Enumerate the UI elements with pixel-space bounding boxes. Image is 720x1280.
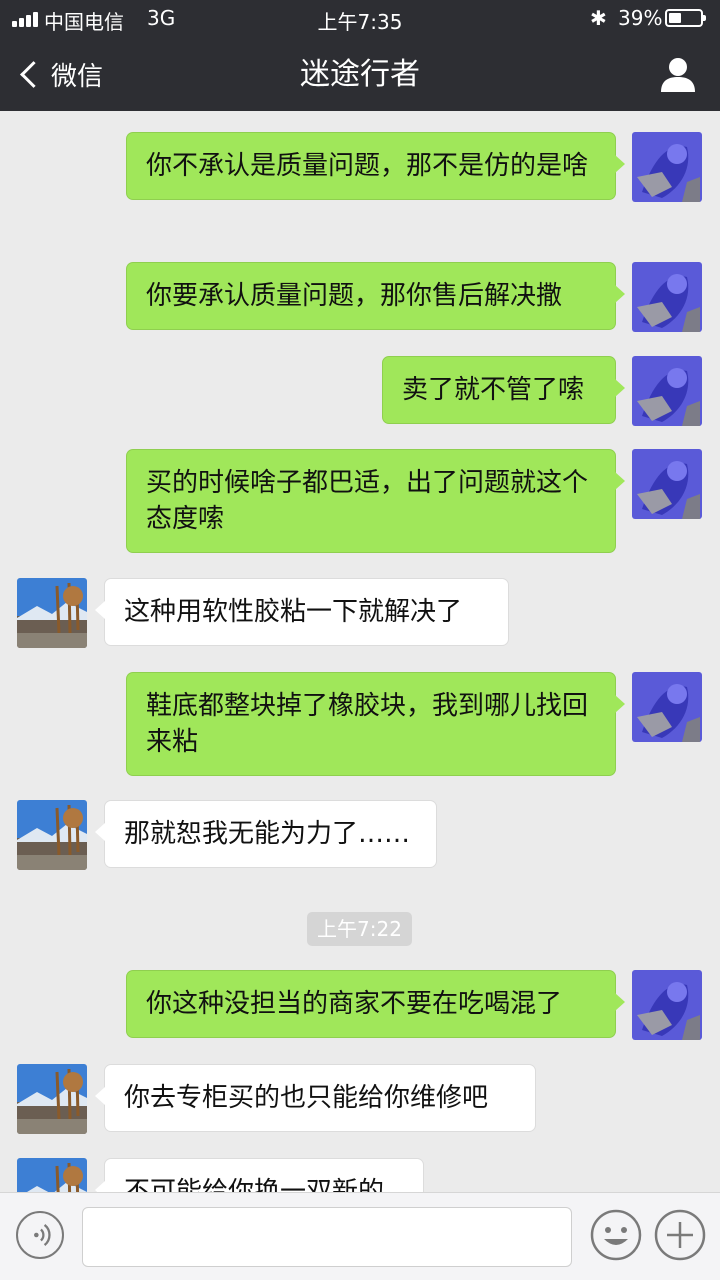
back-button[interactable]: 微信 <box>14 38 103 111</box>
my-avatar[interactable] <box>632 356 702 426</box>
chat-title: 迷途行者 <box>300 57 420 92</box>
back-label: 微信 <box>51 62 104 92</box>
chevron-left-icon <box>20 61 47 88</box>
my-avatar[interactable] <box>632 449 702 519</box>
battery-icon <box>665 9 706 27</box>
contact-avatar[interactable] <box>17 800 87 870</box>
my-avatar[interactable] <box>632 672 702 742</box>
contact-avatar[interactable] <box>17 578 87 648</box>
message-bubble-sent[interactable]: 你要承认质量问题，那你售后解决撒 <box>126 262 625 330</box>
bluetooth-icon: ✱ <box>590 6 607 30</box>
message-bubble-sent[interactable]: 卖了就不管了嗦 <box>382 356 625 424</box>
message-bubble-sent[interactable]: 鞋底都整块掉了橡胶块，我到哪儿找回来粘 <box>126 672 625 776</box>
message-input[interactable] <box>82 1207 572 1267</box>
my-avatar[interactable] <box>632 132 702 202</box>
message-bubble-sent[interactable]: 买的时候啥子都巴适，出了问题就这个态度嗦 <box>126 449 625 553</box>
message-list[interactable]: 你不承认是质量问题，那不是仿的是啥 你要承认质量问题，那你售后解决撒 卖了就不管… <box>0 111 720 1192</box>
voice-icon[interactable] <box>16 1211 64 1259</box>
contact-avatar[interactable] <box>17 1158 87 1192</box>
message-bubble-sent[interactable]: 你这种没担当的商家不要在吃喝混了 <box>126 970 625 1038</box>
person-icon[interactable] <box>658 54 698 94</box>
message-bubble-received[interactable]: 不可能给你换一双新的 <box>95 1158 424 1192</box>
status-time: 上午7:35 <box>317 10 403 34</box>
input-bar <box>0 1192 720 1280</box>
message-bubble-received[interactable]: 你去专柜买的也只能给你维修吧 <box>95 1064 536 1132</box>
message-bubble-received[interactable]: 这种用软性胶粘一下就解决了 <box>95 578 509 646</box>
my-avatar[interactable] <box>632 262 702 332</box>
contact-avatar[interactable] <box>17 1064 87 1134</box>
my-avatar[interactable] <box>632 970 702 1040</box>
message-bubble-sent[interactable]: 你不承认是质量问题，那不是仿的是啥 <box>126 132 625 200</box>
battery-percent: 39% <box>618 6 663 30</box>
message-bubble-received[interactable]: 那就恕我无能为力了…… <box>95 800 437 868</box>
top-bar: 中国电信 3G 上午7:35 ✱ 39% 迷途行者 微信 <box>0 0 720 111</box>
plus-icon[interactable] <box>654 1209 706 1261</box>
status-bar: 中国电信 3G 上午7:35 ✱ 39% <box>0 0 720 38</box>
emoji-icon[interactable] <box>590 1209 642 1261</box>
timestamp-divider: 上午7:22 <box>307 912 412 946</box>
nav-bar: 迷途行者 微信 <box>0 38 720 111</box>
